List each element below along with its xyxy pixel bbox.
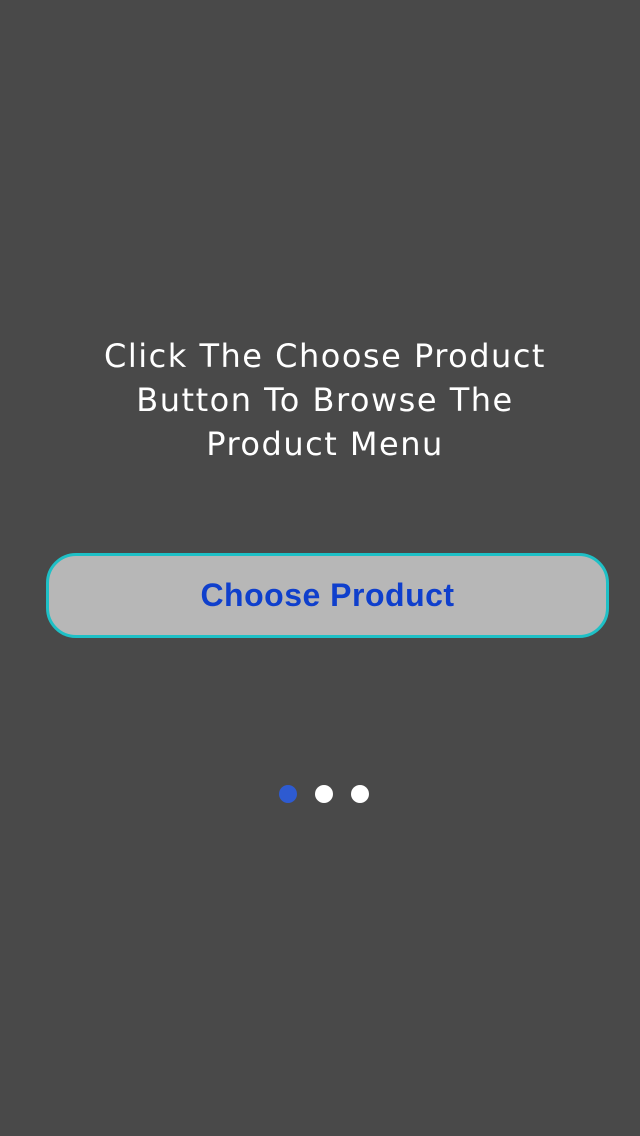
page-indicator: [279, 785, 369, 803]
onboarding-instruction-text: Click The Choose Product Button To Brows…: [104, 337, 546, 463]
page-indicator-dot-2[interactable]: [315, 785, 333, 803]
page-indicator-dot-3[interactable]: [351, 785, 369, 803]
page-indicator-dot-1[interactable]: [279, 785, 297, 803]
choose-product-button[interactable]: Choose Product: [46, 553, 609, 638]
